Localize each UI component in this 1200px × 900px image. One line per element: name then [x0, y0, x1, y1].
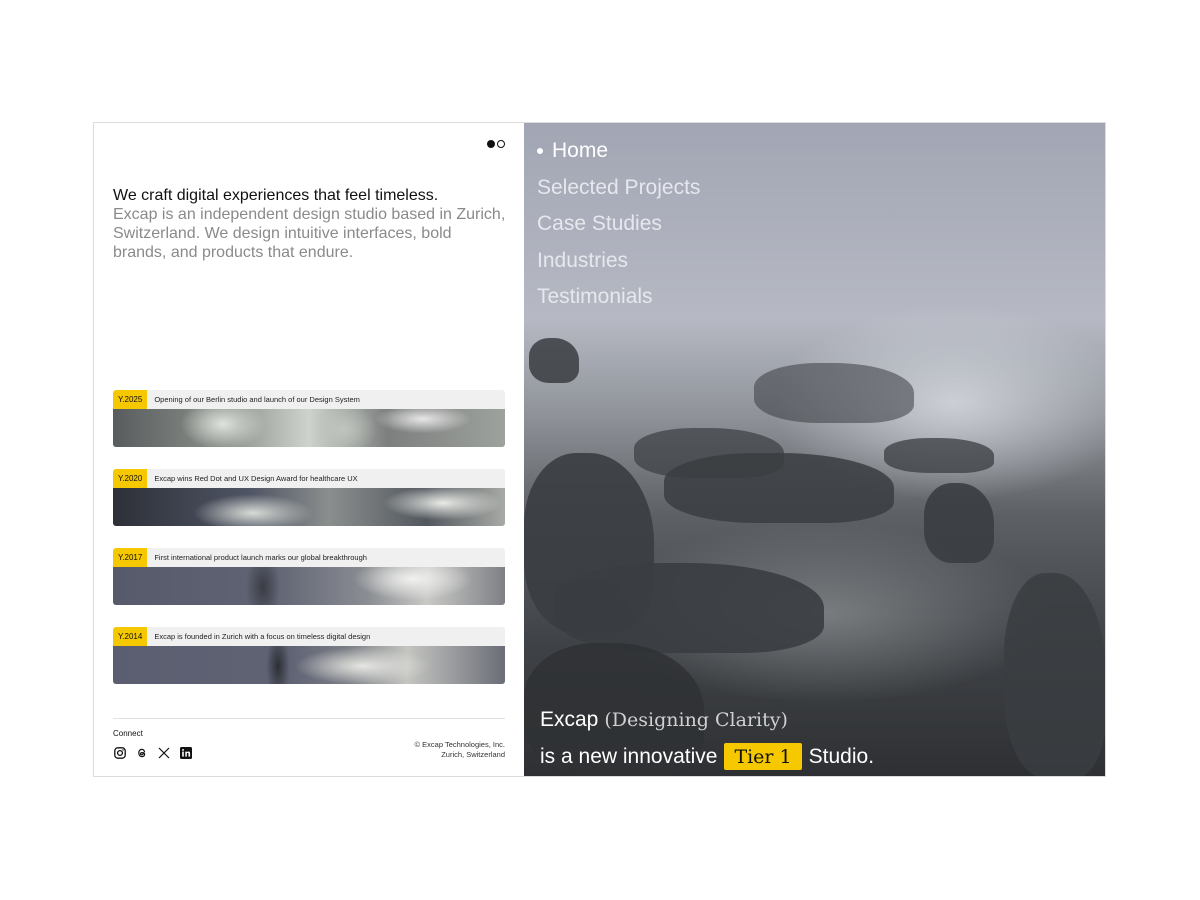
intro-headline: We craft digital experiences that feel t…: [113, 187, 439, 204]
timeline-item-text: Opening of our Berlin studio and launch …: [154, 395, 360, 404]
main-nav: Home Selected Projects Case Studies Indu…: [537, 133, 700, 316]
location-text: Zurich, Switzerland: [441, 750, 505, 759]
x-icon[interactable]: [157, 746, 170, 759]
hero-tagline: Excap (Designing Clarity) is a new innov…: [540, 701, 874, 775]
timeline-item-text: First international product launch marks…: [154, 553, 367, 562]
timeline-year-badge: Y.2014: [113, 627, 148, 646]
timeline-year-badge: Y.2025: [113, 390, 148, 409]
tagline-line-1: Excap (Designing Clarity): [540, 701, 874, 738]
timeline-item-image: [113, 567, 505, 605]
nav-item-label: Testimonials: [537, 285, 653, 308]
active-bullet-icon: [537, 148, 543, 155]
timeline-item[interactable]: Y.2017 First international product launc…: [113, 548, 505, 605]
timeline-item-image: [113, 488, 505, 526]
timeline-item-header: Y.2017 First international product launc…: [113, 548, 505, 567]
brand-name: Excap: [540, 707, 599, 731]
page-indicator: [487, 140, 505, 148]
timeline-item-image: [113, 646, 505, 684]
timeline-item[interactable]: Y.2014 Excap is founded in Zurich with a…: [113, 627, 505, 684]
linkedin-icon[interactable]: [179, 746, 192, 759]
footer: Connect © Excap Technologies, Inc. Zuric…: [113, 718, 505, 759]
hero-panel: Home Selected Projects Case Studies Indu…: [524, 123, 1105, 776]
nav-item-selected-projects[interactable]: Selected Projects: [537, 170, 700, 207]
threads-icon[interactable]: [135, 746, 148, 759]
connect-label: Connect: [113, 729, 143, 738]
timeline-item-text: Excap wins Red Dot and UX Design Award f…: [154, 474, 358, 483]
timeline-item-header: Y.2020 Excap wins Red Dot and UX Design …: [113, 469, 505, 488]
instagram-icon[interactable]: [113, 746, 126, 759]
nav-item-case-studies[interactable]: Case Studies: [537, 206, 700, 243]
nav-item-industries[interactable]: Industries: [537, 243, 700, 280]
timeline-item-header: Y.2025 Opening of our Berlin studio and …: [113, 390, 505, 409]
left-panel: We craft digital experiences that feel t…: [94, 123, 524, 776]
tagline-line-2: is a new innovative Tier 1 Studio.: [540, 738, 874, 775]
nav-item-label: Home: [552, 139, 609, 162]
tagline-suffix: Studio.: [808, 744, 875, 768]
page-frame: We craft digital experiences that feel t…: [93, 122, 1106, 777]
timeline-item-text: Excap is founded in Zurich with a focus …: [154, 632, 371, 641]
timeline-item[interactable]: Y.2020 Excap wins Red Dot and UX Design …: [113, 469, 505, 526]
nav-item-label: Industries: [537, 248, 629, 272]
tier-highlight-badge: Tier 1: [724, 743, 802, 770]
nav-item-testimonials[interactable]: Testimonials: [537, 279, 700, 316]
timeline-item-image: [113, 409, 505, 447]
nav-item-label: Case Studies: [537, 212, 662, 235]
tagline-prefix: is a new innovative: [540, 744, 718, 768]
intro-body: Excap is an independent design studio ba…: [113, 206, 506, 261]
brand-subtitle: (Designing Clarity): [604, 708, 788, 731]
copyright: © Excap Technologies, Inc. Zurich, Switz…: [415, 740, 505, 760]
timeline: Y.2025 Opening of our Berlin studio and …: [113, 390, 505, 706]
timeline-year-badge: Y.2017: [113, 548, 148, 567]
page-dot-1[interactable]: [487, 140, 495, 148]
nav-item-home[interactable]: Home: [537, 133, 700, 170]
nav-item-label: Selected Projects: [537, 175, 701, 199]
timeline-year-badge: Y.2020: [113, 469, 148, 488]
intro: We craft digital experiences that feel t…: [113, 186, 508, 262]
page-dot-2[interactable]: [497, 140, 505, 148]
copyright-text: © Excap Technologies, Inc.: [414, 740, 505, 749]
timeline-item-header: Y.2014 Excap is founded in Zurich with a…: [113, 627, 505, 646]
timeline-item[interactable]: Y.2025 Opening of our Berlin studio and …: [113, 390, 505, 447]
